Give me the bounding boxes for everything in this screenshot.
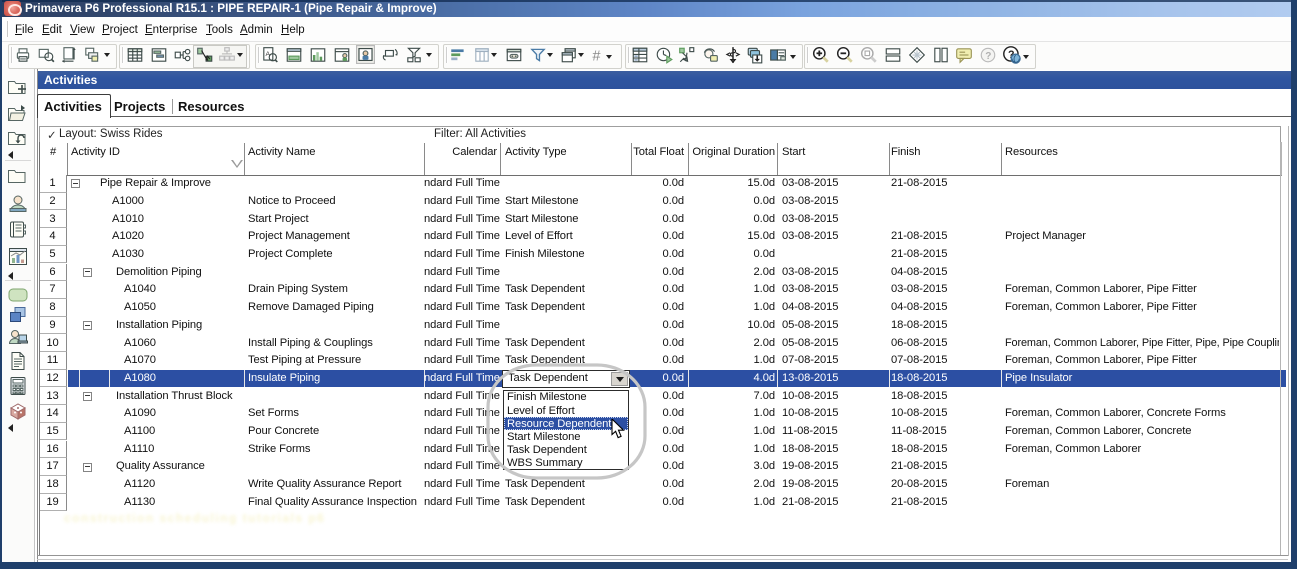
svg-text:#: #: [592, 49, 601, 64]
svg-text:?: ?: [985, 51, 991, 62]
